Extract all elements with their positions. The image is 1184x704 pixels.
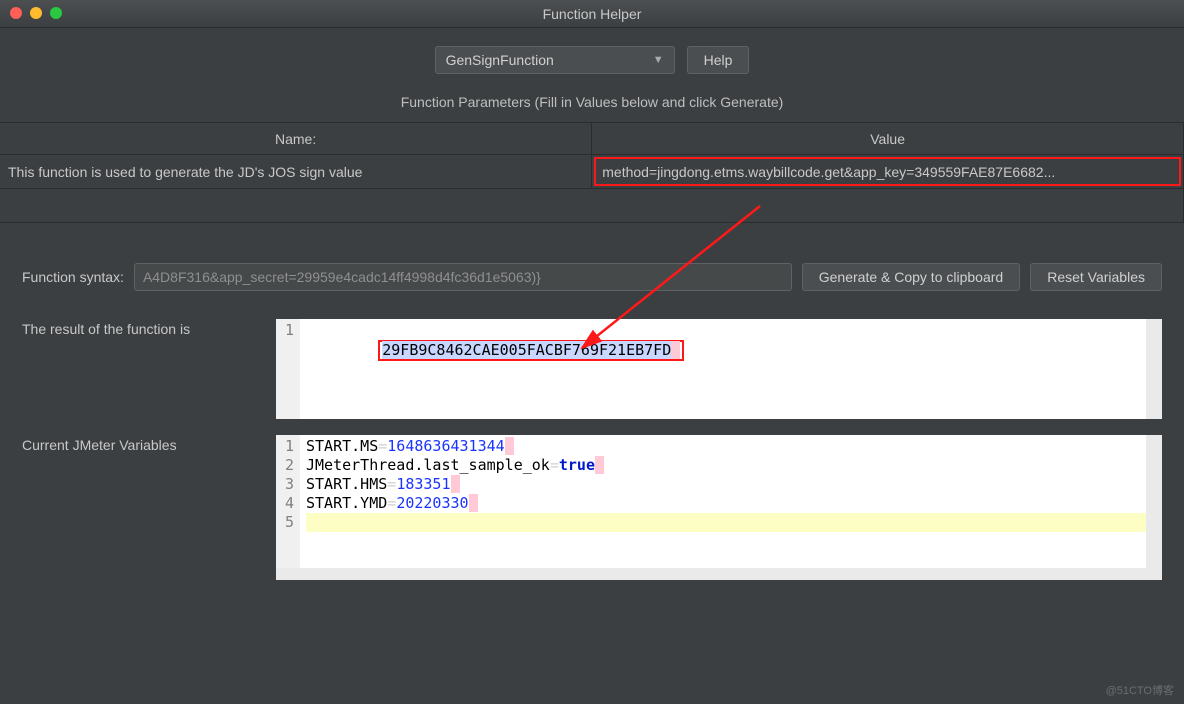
vars-row: Current JMeter Variables 1 2 3 4 5 START… — [0, 427, 1184, 588]
function-select-value: GenSignFunction — [446, 52, 554, 68]
generate-button[interactable]: Generate & Copy to clipboard — [802, 263, 1020, 291]
blank-row — [0, 189, 1184, 223]
result-value: 29FB9C8462CAE005FACBF769F21EB7FD — [382, 341, 671, 359]
maximize-icon[interactable] — [50, 7, 62, 19]
vars-label: Current JMeter Variables — [22, 435, 262, 453]
top-controls: GenSignFunction ▼ Help — [0, 28, 1184, 88]
help-button[interactable]: Help — [687, 46, 750, 74]
result-label: The result of the function is — [22, 319, 262, 337]
window-title: Function Helper — [0, 6, 1184, 22]
result-gutter: 1 — [276, 319, 300, 419]
syntax-row: Function syntax: Generate & Copy to clip… — [0, 223, 1184, 311]
close-icon[interactable] — [10, 7, 22, 19]
result-box[interactable]: 1 29FB9C8462CAE005FACBF769F21EB7FD — [276, 319, 1162, 419]
syntax-label: Function syntax: — [22, 269, 124, 285]
scrollbar-vertical[interactable] — [1146, 435, 1162, 568]
param-name-cell: This function is used to generate the JD… — [0, 155, 592, 189]
minimize-icon[interactable] — [30, 7, 42, 19]
result-row: The result of the function is 1 29FB9C84… — [0, 311, 1184, 427]
vars-box[interactable]: 1 2 3 4 5 START.MS=1648636431344 JMeterT… — [276, 435, 1162, 580]
watermark: @51CTO博客 — [1106, 682, 1174, 698]
titlebar: Function Helper — [0, 0, 1184, 28]
param-value-cell[interactable]: method=jingdong.etms.waybillcode.get&app… — [592, 155, 1184, 189]
window-controls — [10, 7, 62, 19]
params-header: Function Parameters (Fill in Values belo… — [0, 88, 1184, 122]
params-col-value: Value — [592, 123, 1184, 155]
param-value-highlight: method=jingdong.etms.waybillcode.get&app… — [594, 157, 1181, 186]
param-value-text: method=jingdong.etms.waybillcode.get&app… — [602, 164, 1055, 180]
params-table: Name: Value This function is used to gen… — [0, 122, 1184, 223]
function-select[interactable]: GenSignFunction ▼ — [435, 46, 675, 74]
vars-lines: START.MS=1648636431344 JMeterThread.last… — [300, 435, 1146, 568]
chevron-down-icon: ▼ — [653, 54, 664, 66]
scrollbar-vertical[interactable] — [1146, 319, 1162, 419]
result-lines: 29FB9C8462CAE005FACBF769F21EB7FD — [300, 319, 1146, 419]
scrollbar-horizontal[interactable] — [276, 568, 1162, 580]
result-highlight: 29FB9C8462CAE005FACBF769F21EB7FD — [378, 340, 684, 361]
table-row: This function is used to generate the JD… — [0, 155, 1184, 189]
vars-gutter: 1 2 3 4 5 — [276, 435, 300, 568]
syntax-input[interactable] — [134, 263, 792, 291]
params-col-name: Name: — [0, 123, 592, 155]
reset-button[interactable]: Reset Variables — [1030, 263, 1162, 291]
